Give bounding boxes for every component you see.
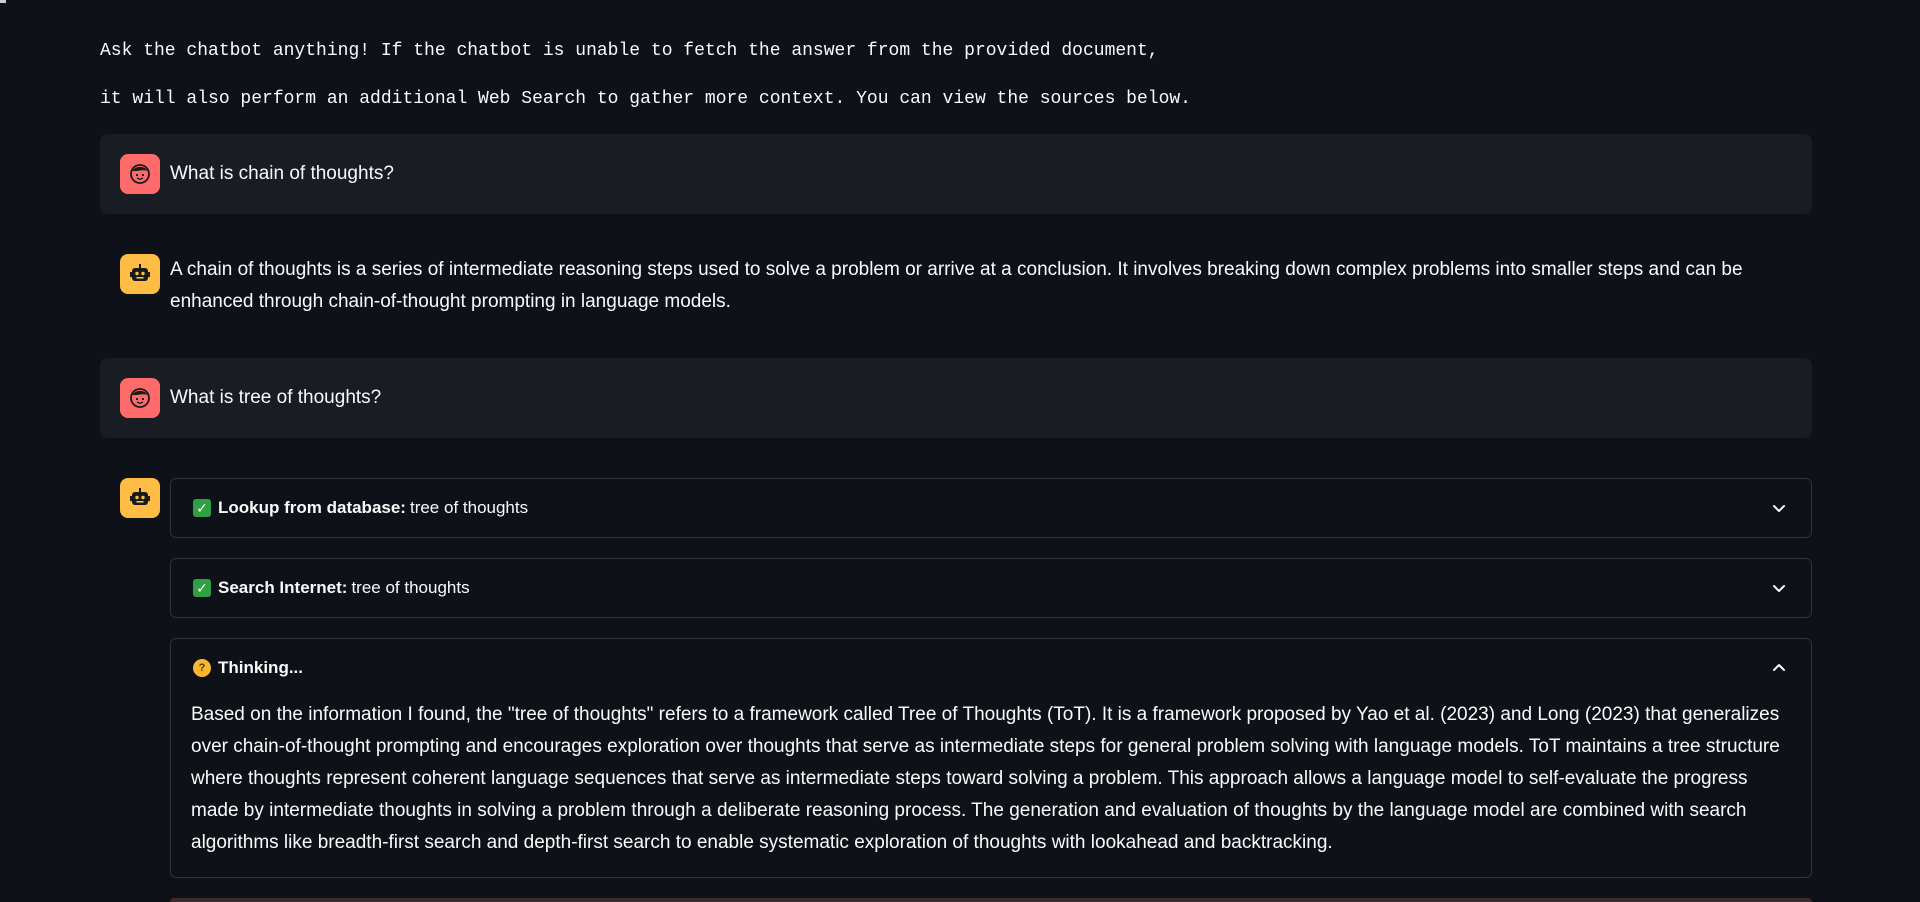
next-step-expander-edge	[170, 898, 1812, 902]
step-label: Search Internet:	[218, 578, 348, 597]
user-message-text: What is chain of thoughts?	[170, 163, 394, 184]
chevron-down-icon[interactable]	[1771, 580, 1787, 596]
step-header[interactable]: ✓ Search Internet: tree of thoughts	[193, 559, 470, 617]
chevron-up-icon[interactable]	[1771, 660, 1787, 676]
assistant-message-text: A chain of thoughts is a series of inter…	[170, 259, 1743, 312]
step-header[interactable]: ? Thinking...	[193, 639, 307, 697]
user-avatar	[120, 154, 160, 194]
step-value: tree of thoughts	[351, 578, 470, 597]
thinking-output-text: Based on the information I found, the "t…	[191, 704, 1780, 853]
intro-text-line-1: Ask the chatbot anything! If the chatbot…	[100, 41, 1159, 61]
chevron-down-icon[interactable]	[1771, 500, 1787, 516]
window-edge-mark	[0, 0, 6, 3]
user-message: What is tree of thoughts?	[100, 358, 1812, 438]
step-expander-search-internet[interactable]: ✓ Search Internet: tree of thoughts	[170, 558, 1812, 618]
user-message-text: What is tree of thoughts?	[170, 387, 382, 408]
step-label: Thinking...	[218, 658, 303, 677]
step-expander-thinking[interactable]: ? Thinking... Based on the information I…	[170, 638, 1812, 878]
user-face-icon	[130, 388, 150, 408]
assistant-avatar	[120, 254, 160, 294]
user-message: What is chain of thoughts?	[100, 134, 1812, 214]
step-header[interactable]: ✓ Lookup from database: tree of thoughts	[193, 479, 528, 537]
intro-text-line-2: it will also perform an additional Web S…	[100, 89, 1191, 109]
assistant-avatar	[120, 478, 160, 518]
step-label: Lookup from database:	[218, 498, 406, 517]
check-icon: ✓	[193, 579, 211, 597]
user-avatar	[120, 378, 160, 418]
thinking-face-icon: ?	[193, 659, 211, 677]
step-expander-database-lookup[interactable]: ✓ Lookup from database: tree of thoughts	[170, 478, 1812, 538]
step-value: tree of thoughts	[409, 498, 529, 517]
assistant-message-steps: ✓ Lookup from database: tree of thoughts…	[100, 478, 1812, 902]
robot-icon	[130, 488, 150, 505]
user-face-icon	[130, 164, 150, 184]
check-icon: ✓	[193, 499, 211, 517]
assistant-message: A chain of thoughts is a series of inter…	[100, 238, 1812, 328]
robot-icon	[130, 264, 150, 281]
